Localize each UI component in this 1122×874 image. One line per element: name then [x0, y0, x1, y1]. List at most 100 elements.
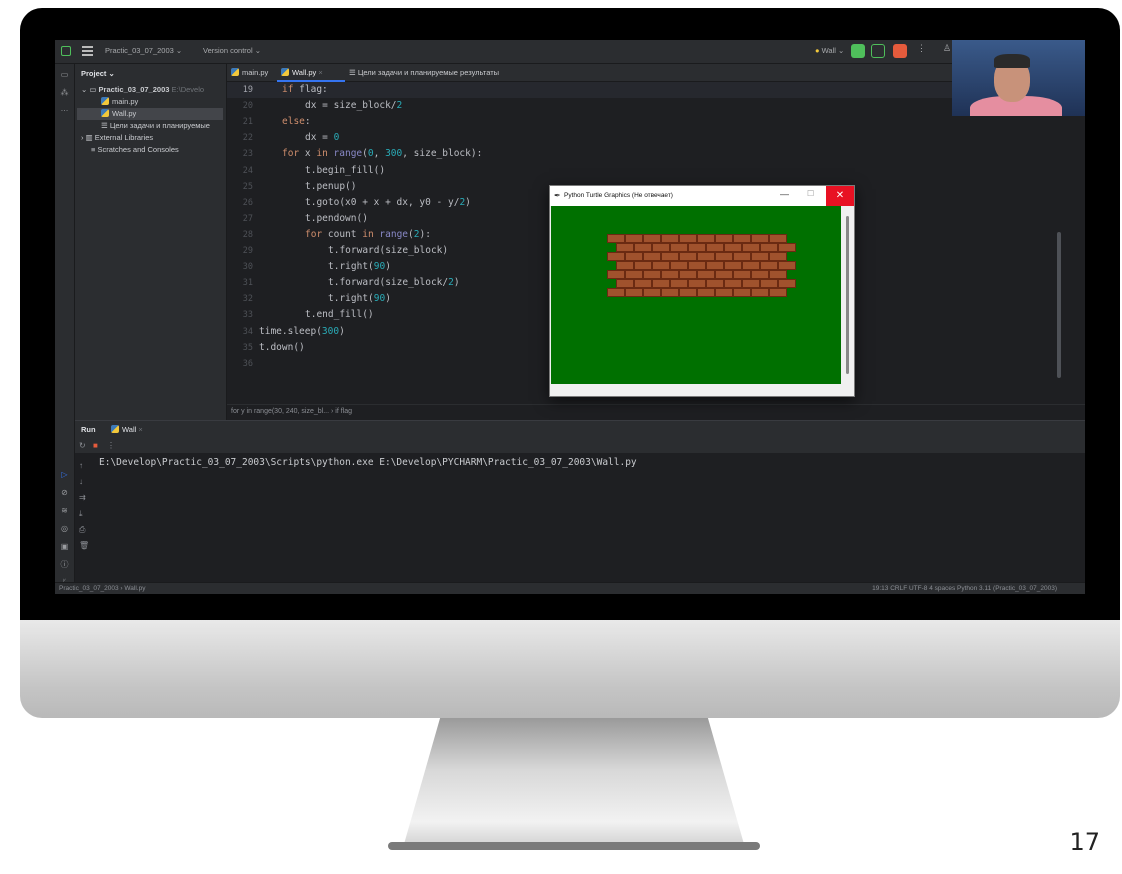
- tab-goals[interactable]: ☰ Цели задачи и планируемые результаты: [349, 68, 499, 77]
- brick: [688, 243, 706, 252]
- python-console-icon[interactable]: ◎: [59, 524, 70, 534]
- line-number: 21: [242, 117, 253, 128]
- editor-scrollbar[interactable]: [1057, 232, 1061, 378]
- brick: [625, 288, 643, 297]
- folder-icon[interactable]: ▭: [59, 70, 70, 80]
- brick: [688, 279, 706, 288]
- vcs-menu[interactable]: Version control ⌄: [203, 46, 261, 55]
- run-tool-icon[interactable]: ▷: [59, 470, 70, 480]
- turtle-scroll-thumb[interactable]: [846, 216, 849, 374]
- close-icon[interactable]: ✕: [826, 186, 854, 206]
- more-options-icon[interactable]: ⋮: [107, 441, 115, 450]
- services-icon[interactable]: ⊘: [59, 488, 70, 498]
- code-line[interactable]: t.goto(x0 + x + dx, y0 - y/2): [305, 197, 471, 208]
- code-line[interactable]: if flag:: [282, 84, 328, 95]
- structure-icon[interactable]: ⁂: [59, 88, 70, 98]
- run-config-tab[interactable]: Wall ×: [111, 425, 143, 434]
- brick: [625, 234, 643, 243]
- status-bar: Practic_03_07_2003 › Wall.py 19:13 CRLF …: [55, 582, 1085, 594]
- brick: [724, 261, 742, 270]
- brick: [697, 234, 715, 243]
- tree-external-libraries[interactable]: › ▥ External Libraries: [81, 132, 153, 144]
- brick: [634, 243, 652, 252]
- code-line[interactable]: t.right(90): [328, 293, 391, 304]
- tree-file-wall[interactable]: Wall.py: [77, 108, 223, 120]
- rerun-icon[interactable]: ↻: [79, 441, 86, 450]
- scroll-up-icon[interactable]: ↑: [79, 461, 83, 470]
- brick: [652, 279, 670, 288]
- stop-icon[interactable]: ■: [93, 441, 98, 450]
- brick: [679, 234, 697, 243]
- scroll-to-end-icon[interactable]: ⤓: [79, 509, 83, 519]
- brick: [760, 261, 778, 270]
- code-line[interactable]: dx = 0: [305, 132, 339, 143]
- code-line[interactable]: t.pendown(): [305, 213, 368, 224]
- turtle-vertical-scrollbar[interactable]: [842, 206, 854, 384]
- ide-screen: Practic_03_07_2003 ⌄ Version control ⌄ ●…: [55, 40, 1085, 594]
- minimize-icon[interactable]: —: [780, 189, 789, 199]
- brick: [670, 279, 688, 288]
- soft-wrap-icon[interactable]: ⇉: [79, 493, 86, 502]
- project-switcher[interactable]: Practic_03_07_2003 ⌄: [105, 46, 182, 55]
- code-line[interactable]: t.forward(size_block): [328, 245, 448, 256]
- print-icon[interactable]: ⎙: [79, 525, 85, 535]
- brick: [751, 288, 769, 297]
- brick: [643, 288, 661, 297]
- tree-scratches[interactable]: ≡ Scratches and Consoles: [91, 144, 179, 156]
- clear-icon[interactable]: 🗑: [79, 541, 89, 550]
- breadcrumb[interactable]: for y in range(30, 240, size_bl... › if …: [231, 408, 352, 415]
- more-tools-icon[interactable]: …: [59, 104, 70, 114]
- problems-icon[interactable]: ⓘ: [59, 560, 70, 570]
- turtle-canvas: [551, 206, 841, 384]
- stop-icon[interactable]: [893, 44, 907, 58]
- brick: [697, 288, 715, 297]
- main-menu-icon[interactable]: [82, 46, 93, 56]
- rerun-icon[interactable]: [851, 44, 865, 58]
- maximize-icon[interactable]: ☐: [807, 189, 814, 198]
- line-number: 35: [242, 342, 253, 353]
- line-number: 36: [242, 358, 253, 369]
- project-panel: Project ⌄ ⌄ ▭ Practic_03_07_2003 E:\Deve…: [75, 64, 227, 420]
- code-line[interactable]: time.sleep(300): [259, 326, 345, 337]
- code-line[interactable]: for count in range(2):: [305, 229, 431, 240]
- code-line[interactable]: else:: [282, 116, 311, 127]
- status-path[interactable]: Practic_03_07_2003 › Wall.py: [59, 585, 145, 592]
- run-console-output[interactable]: E:\Develop\Practic_03_07_2003\Scripts\py…: [99, 457, 637, 468]
- brick: [679, 288, 697, 297]
- feather-icon: ✒: [554, 191, 561, 200]
- code-line[interactable]: t.right(90): [328, 261, 391, 272]
- brick: [607, 288, 625, 297]
- tree-root[interactable]: ⌄ ▭ Practic_03_07_2003 E:\Develo: [81, 84, 204, 96]
- status-info[interactable]: 19:13 CRLF UTF-8 4 spaces Python 3.11 (P…: [872, 585, 1057, 592]
- turtle-horizontal-scrollbar[interactable]: [551, 384, 842, 396]
- code-line[interactable]: for x in range(0, 300, size_block):: [282, 148, 482, 159]
- text-file-icon: ☰: [101, 121, 110, 130]
- tab-main[interactable]: main.py: [231, 68, 268, 77]
- brick: [670, 261, 688, 270]
- turtle-titlebar[interactable]: ✒ Python Turtle Graphics (Не отвечает) —…: [550, 186, 854, 206]
- brick: [661, 270, 679, 279]
- code-line[interactable]: t.down(): [259, 342, 305, 353]
- line-number: 32: [242, 294, 253, 305]
- brick: [769, 252, 787, 261]
- monitor-stand-base: [388, 842, 760, 850]
- run-config-selector[interactable]: ● Wall ⌄: [815, 46, 844, 55]
- line-number: 27: [242, 213, 253, 224]
- tree-file-goals[interactable]: ☰ Цели задачи и планируемые: [101, 120, 210, 132]
- tab-wall[interactable]: Wall.py ×: [281, 68, 323, 77]
- brick: [625, 252, 643, 261]
- code-line[interactable]: t.end_fill(): [305, 309, 374, 320]
- terminal-icon[interactable]: ▣: [59, 542, 70, 552]
- more-actions-icon[interactable]: ⋮: [917, 43, 926, 54]
- debug-icon[interactable]: [871, 44, 885, 58]
- code-line[interactable]: t.begin_fill(): [305, 165, 385, 176]
- packages-icon[interactable]: ≋: [59, 506, 70, 516]
- account-icon[interactable]: ♙: [943, 43, 951, 54]
- code-line[interactable]: dx = size_block/2: [305, 100, 402, 111]
- line-number: 31: [242, 278, 253, 289]
- code-line[interactable]: t.forward(size_block/2): [328, 277, 460, 288]
- code-line[interactable]: t.penup(): [305, 181, 356, 192]
- project-panel-header[interactable]: Project ⌄: [81, 69, 115, 78]
- scroll-down-icon[interactable]: ↓: [79, 477, 83, 486]
- tree-file-main[interactable]: main.py: [101, 96, 138, 108]
